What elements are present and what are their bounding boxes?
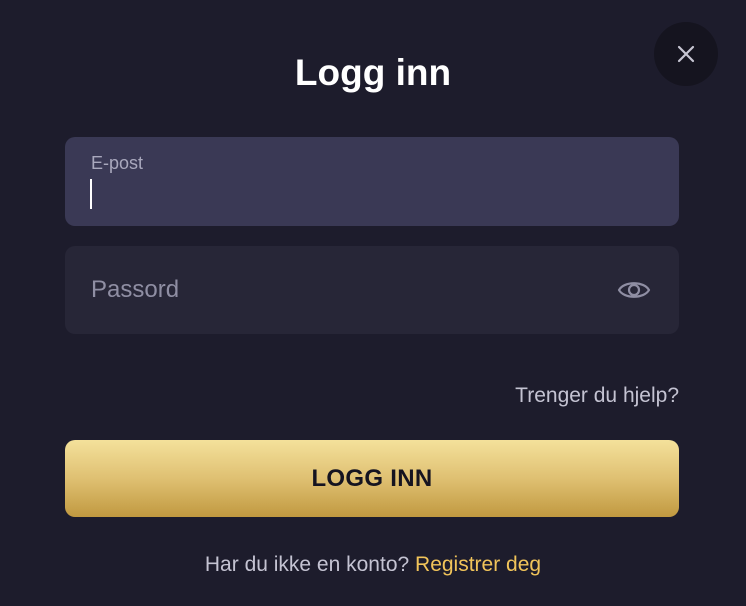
help-link[interactable]: Trenger du hjelp? bbox=[515, 383, 679, 409]
modal-title: Logg inn bbox=[294, 52, 452, 93]
register-prompt: Har du ikke en konto? Registrer deg bbox=[0, 552, 746, 578]
password-field[interactable] bbox=[65, 246, 679, 334]
show-password-button[interactable] bbox=[617, 274, 651, 306]
eye-icon bbox=[617, 282, 651, 298]
login-modal: Logg inn E-post Trenger du hjelp? LOGG I… bbox=[0, 0, 746, 606]
email-field[interactable]: E-post bbox=[65, 137, 679, 226]
email-field-label: E-post bbox=[91, 153, 144, 173]
register-link[interactable]: Registrer deg bbox=[415, 553, 541, 576]
register-prompt-text: Har du ikke en konto? bbox=[204, 553, 410, 576]
password-input[interactable] bbox=[91, 246, 611, 334]
login-submit-button[interactable]: LOGG INN bbox=[65, 440, 679, 517]
text-caret bbox=[90, 179, 92, 209]
